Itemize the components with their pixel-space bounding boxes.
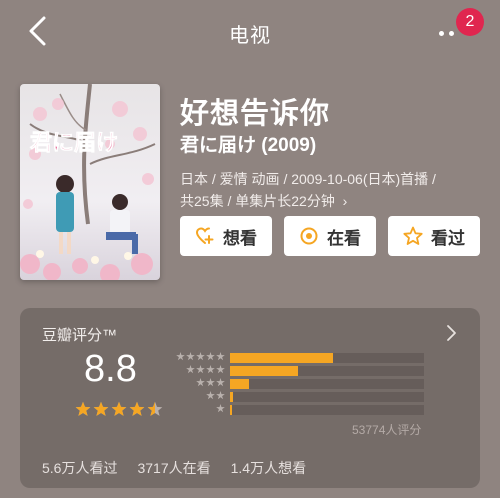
distribution-track <box>230 379 424 389</box>
small-star-icon <box>216 365 225 374</box>
distribution-track <box>230 366 424 376</box>
rating-score: 8.8 <box>84 348 137 390</box>
show-title: 好想告诉你 <box>180 98 331 130</box>
small-star-icon <box>216 352 225 361</box>
distribution-star-label <box>176 352 225 361</box>
watched-count[interactable]: 5.6万人看过 <box>42 458 117 478</box>
small-star-icon <box>206 391 215 400</box>
rating-star-icon <box>129 401 145 416</box>
distribution-track <box>230 405 424 415</box>
poster-artwork: 君に届け <box>20 84 160 280</box>
watching-label: 在看 <box>327 228 361 248</box>
small-star-icon <box>206 378 215 387</box>
poster-logo-text: 君に届け <box>30 131 118 156</box>
distribution-star-label <box>206 391 225 400</box>
rating-distribution-row <box>170 391 424 403</box>
rating-star-icon <box>75 401 91 416</box>
distribution-fill <box>230 366 298 376</box>
rating-star-icon <box>111 401 127 416</box>
rating-star-icon <box>93 401 109 416</box>
distribution-track <box>230 392 424 402</box>
watch-stats: 5.6万人看过 3717人在看 1.4万人想看 <box>42 458 306 478</box>
rating-count: 53774人评分 <box>352 423 422 437</box>
meta-line-2-text: 共25集 / 单集片长22分钟 <box>180 193 335 209</box>
small-star-icon <box>186 365 195 374</box>
small-star-icon <box>216 391 225 400</box>
page-title: 电视 <box>229 25 271 47</box>
rating-distribution-row <box>170 404 424 416</box>
rating-distribution-row <box>170 378 424 390</box>
watched-button[interactable]: 看过 <box>388 216 480 256</box>
distribution-fill <box>230 353 333 363</box>
small-star-icon <box>176 352 185 361</box>
top-bar: 电视 2 <box>0 0 500 64</box>
rating-distribution-row <box>170 365 424 377</box>
rating-panel[interactable]: 豆瓣评分™ 8.8 53774人评分 5.6万人看过 3717人在看 1.4万人… <box>20 308 480 488</box>
chevron-right-icon: › <box>338 193 348 209</box>
distribution-fill <box>230 405 232 415</box>
notification-badge[interactable]: 2 <box>456 8 484 36</box>
star-outline-icon <box>403 226 423 245</box>
show-meta[interactable]: 日本 / 爱情 动画 / 2009-10-06(日本)首播 / 共25集 / 单… <box>180 168 480 212</box>
watched-label: 看过 <box>431 228 465 248</box>
small-star-icon <box>216 378 225 387</box>
small-star-icon <box>206 352 215 361</box>
heart-plus-icon <box>195 227 214 244</box>
distribution-fill <box>230 392 233 402</box>
small-star-icon <box>196 352 205 361</box>
distribution-star-label <box>186 365 225 374</box>
want-to-watch-label: 想看 <box>223 228 257 248</box>
watching-button[interactable]: 在看 <box>284 216 376 256</box>
target-icon <box>300 227 318 245</box>
poster-image[interactable]: 君に届け <box>20 84 160 280</box>
distribution-star-label <box>216 404 225 413</box>
meta-line-2: 共25集 / 单集片长22分钟 › <box>180 190 480 212</box>
small-star-icon <box>186 352 195 361</box>
distribution-track <box>230 353 424 363</box>
small-star-icon <box>206 365 215 374</box>
want-to-watch-button[interactable]: 想看 <box>180 216 272 256</box>
watching-count[interactable]: 3717人在看 <box>137 458 210 478</box>
rating-distribution-row <box>170 352 424 364</box>
meta-line-1: 日本 / 爱情 动画 / 2009-10-06(日本)首播 / <box>180 171 436 187</box>
show-original-title: 君に届け (2009) <box>180 135 317 156</box>
rating-title: 豆瓣评分™ <box>42 327 118 344</box>
want-count[interactable]: 1.4万人想看 <box>231 458 306 478</box>
distribution-fill <box>230 379 250 389</box>
chevron-right-icon[interactable] <box>444 324 458 342</box>
small-star-icon <box>216 404 225 413</box>
rating-star-icon <box>147 401 163 416</box>
small-star-icon <box>196 365 205 374</box>
small-star-icon <box>196 378 205 387</box>
distribution-star-label <box>196 378 225 387</box>
rating-stars <box>75 401 163 417</box>
